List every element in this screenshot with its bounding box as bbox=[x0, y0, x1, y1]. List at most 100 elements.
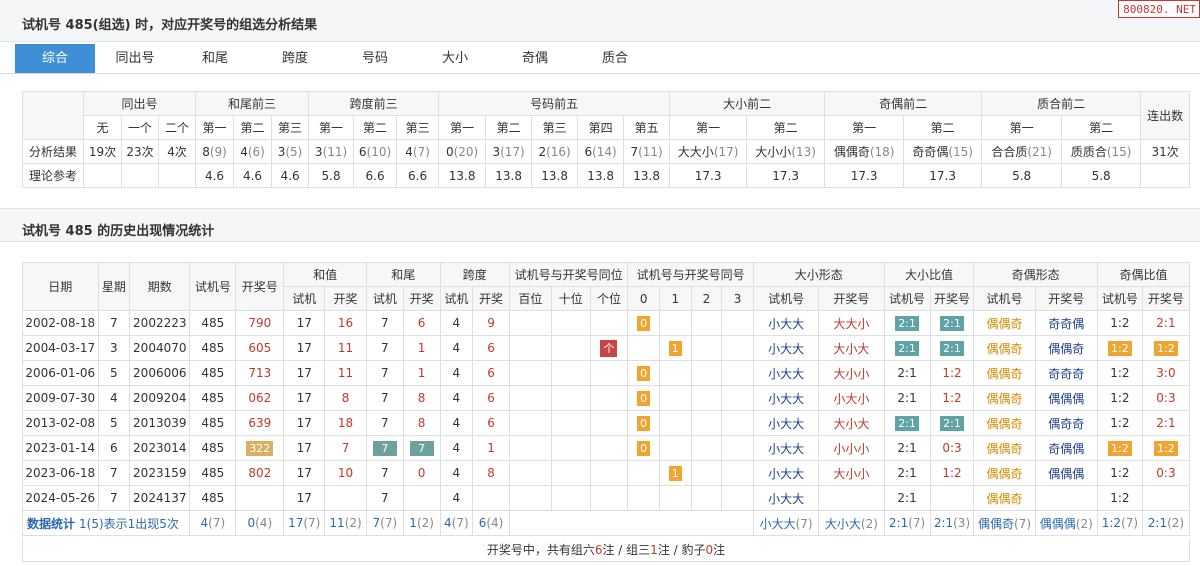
value-issue: 2023159 bbox=[133, 466, 187, 480]
value-ratio_t: 2:1 bbox=[895, 340, 919, 356]
cell-size_d: 大小小 bbox=[818, 460, 885, 486]
tab-2[interactable]: 和尾 bbox=[175, 44, 255, 73]
value-span_d: 6 bbox=[487, 416, 495, 430]
cell-pos-ones bbox=[589, 310, 629, 336]
column-header: 和尾 bbox=[365, 262, 441, 287]
tab-1[interactable]: 同出号 bbox=[95, 44, 175, 73]
cell-week: 5 bbox=[97, 410, 131, 436]
cell-sum_t: 17 bbox=[283, 360, 326, 386]
value-sum_d: 10 bbox=[337, 466, 354, 480]
group-header: 质合前二 bbox=[981, 91, 1142, 116]
group-header: 跨度前三 bbox=[308, 91, 440, 116]
sub-column-header: 试机号 bbox=[973, 286, 1036, 311]
value-tail_t: 7 bbox=[381, 316, 389, 330]
value-size_t: 小大大 bbox=[768, 391, 805, 406]
value-tail_d: 1 bbox=[417, 341, 426, 355]
sub-header: 第二 bbox=[746, 115, 826, 140]
stats-count: (4) bbox=[486, 516, 504, 530]
result-count: (17) bbox=[713, 145, 739, 159]
cell-oe_t: 偶偶奇 bbox=[973, 335, 1036, 361]
reference-cell: 17.3 bbox=[669, 163, 748, 188]
value-sum_t: 17 bbox=[296, 391, 312, 405]
result-value: 23次 bbox=[126, 145, 154, 159]
value-same: 0 bbox=[637, 415, 651, 431]
result-count: (18) bbox=[869, 145, 895, 159]
stats-value: 0 bbox=[247, 516, 256, 530]
footer-text: 注 / 豹子 bbox=[657, 543, 706, 557]
cell-tail_d: 7 bbox=[402, 435, 441, 461]
cell-size_d bbox=[818, 485, 885, 511]
cell-tail_t: 7 bbox=[365, 485, 404, 511]
stats-cell: 偶偶奇(7) bbox=[973, 510, 1036, 536]
column-header: 日期 bbox=[22, 262, 99, 311]
cell-same-3 bbox=[721, 435, 754, 461]
reference-cell bbox=[83, 163, 122, 188]
stats-cell: 4(7) bbox=[189, 510, 237, 536]
cell-ratio_t: 2:1 bbox=[883, 410, 931, 436]
summary-footer: 开奖号中，共有组六6注 / 组三1注 / 豹子0注 bbox=[22, 538, 1190, 562]
cell-tail_d: 1 bbox=[402, 360, 441, 386]
cell-draw: 802 bbox=[235, 460, 285, 486]
tab-7[interactable]: 质合 bbox=[575, 44, 655, 73]
cell-ratio_d: 2:1 bbox=[929, 410, 975, 436]
value-tail_t: 7 bbox=[381, 416, 389, 430]
result-value: 3 bbox=[314, 144, 323, 159]
tab-6[interactable]: 奇偶 bbox=[495, 44, 575, 73]
tab-3[interactable]: 跨度 bbox=[255, 44, 335, 73]
site-badge[interactable]: 800820. NET bbox=[1118, 0, 1200, 18]
cell-date: 2009-07-30 bbox=[22, 385, 99, 411]
cell-same-0: 0 bbox=[627, 310, 660, 336]
cell-span_t: 4 bbox=[439, 435, 474, 461]
value-ratio_d: 2:1 bbox=[940, 315, 964, 331]
value-sum_t: 17 bbox=[296, 316, 312, 330]
cell-size_d: 大大小 bbox=[818, 310, 885, 336]
cell-sum_d: 10 bbox=[324, 460, 367, 486]
stats-cell: 1:2(7) bbox=[1096, 510, 1143, 536]
value-week: 6 bbox=[110, 441, 118, 455]
stats-cell: 大小大(2) bbox=[818, 510, 885, 536]
cell-span_d: 9 bbox=[472, 310, 510, 336]
value-size_d: 小小小 bbox=[833, 441, 870, 456]
cell-issue: 2006006 bbox=[129, 360, 191, 386]
cell-size_t: 小大大 bbox=[752, 435, 820, 461]
value-span_t: 4 bbox=[452, 491, 461, 505]
stats-value: 4 bbox=[444, 516, 452, 530]
value-issue: 2006006 bbox=[133, 366, 187, 380]
value-tail_d: 6 bbox=[417, 316, 426, 330]
value-size_t: 小大大 bbox=[768, 341, 805, 356]
table-row: 2023-06-18 7 2023159 485 802 17 10 7 0 4 8 1 小大大 大小小 2… bbox=[22, 460, 1191, 486]
cell-pos-ones bbox=[589, 360, 629, 386]
sub-header: 第二 bbox=[353, 115, 398, 140]
result-value: 合合质 bbox=[991, 145, 1028, 159]
tab-0[interactable]: 综合 bbox=[15, 44, 95, 73]
tab-4[interactable]: 号码 bbox=[335, 44, 415, 73]
result-cell: 7(11) bbox=[623, 139, 671, 164]
value-test: 485 bbox=[201, 466, 225, 480]
sub-header: 第一 bbox=[824, 115, 905, 140]
value-ratio_d: 2:1 bbox=[940, 415, 964, 431]
cell-pos-tens bbox=[550, 460, 591, 486]
value-size_d: 大小大 bbox=[833, 416, 870, 431]
result-cell: 19次 bbox=[83, 139, 122, 164]
value-date: 2006-01-06 bbox=[25, 366, 96, 380]
value-tail_t: 7 bbox=[381, 466, 389, 480]
stats-value: 大小大 bbox=[824, 516, 861, 531]
value-sum_d: 11 bbox=[337, 341, 354, 355]
history-table: 日期 星期 期数 试机号 开奖号 和值 和尾 跨度 试机号与开奖号同位 试机号与开奖号同号 大小形态… bbox=[21, 262, 1191, 536]
sub-header: 第三 bbox=[271, 115, 310, 140]
value-oer_t: 1:2 bbox=[1108, 340, 1132, 356]
row-label: 理论参考 bbox=[22, 163, 84, 188]
tab-5[interactable]: 大小 bbox=[415, 44, 495, 73]
result-value: 4次 bbox=[167, 145, 187, 159]
cell-oe_d: 奇偶偶 bbox=[1034, 435, 1098, 461]
value-sum_t: 17 bbox=[296, 416, 312, 430]
cell-span_t: 4 bbox=[439, 310, 474, 336]
cell-issue: 2009204 bbox=[129, 385, 191, 411]
value-span_d: 1 bbox=[487, 441, 495, 455]
result-value: 2 bbox=[538, 144, 547, 159]
cell-week: 7 bbox=[97, 310, 131, 336]
value-span_d: 6 bbox=[487, 341, 495, 355]
value-ratio_t: 2:1 bbox=[897, 466, 917, 480]
value-test: 485 bbox=[201, 441, 225, 455]
result-cell: 质质合(15) bbox=[1061, 139, 1142, 164]
